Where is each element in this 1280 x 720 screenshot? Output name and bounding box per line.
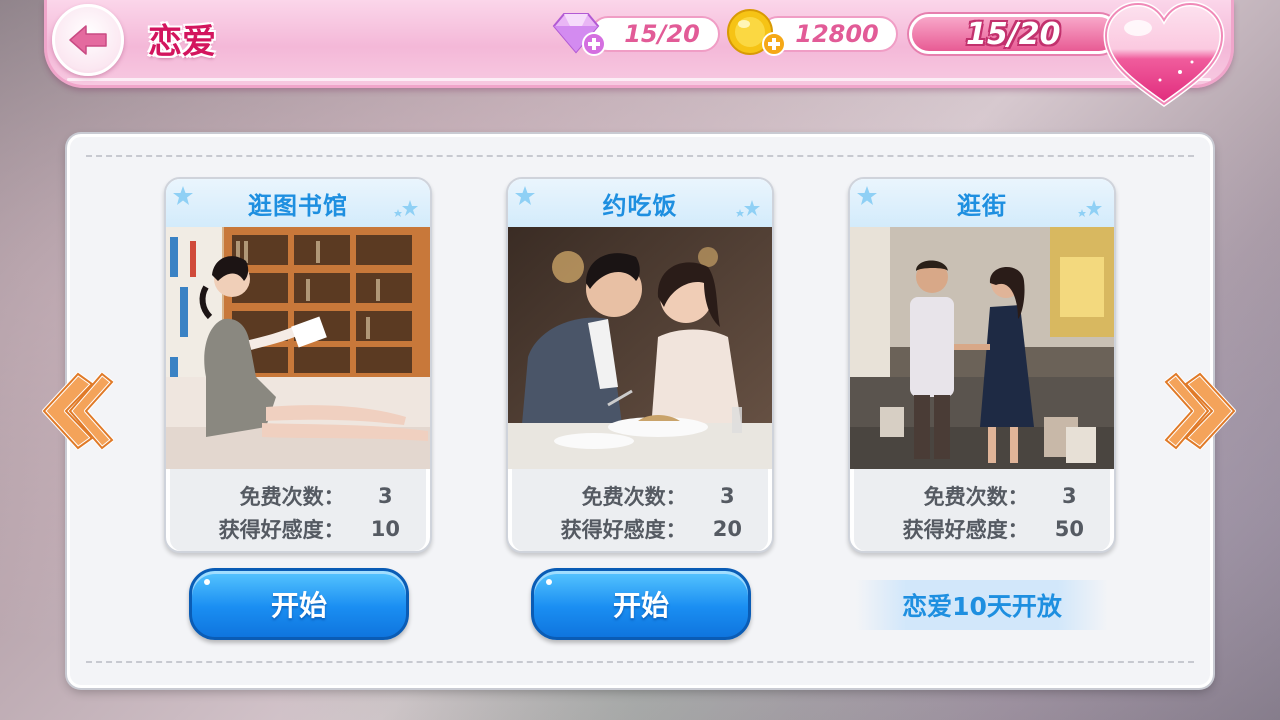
favor-value: 20 bbox=[712, 516, 742, 541]
activity-card-shopping[interactable]: 逛街 免费次数： 3 获得好感度： 50 bbox=[848, 177, 1116, 553]
stars-icon bbox=[394, 200, 418, 217]
chevron-right-icon[interactable] bbox=[1164, 370, 1238, 452]
star-icon bbox=[857, 186, 877, 205]
stars-icon bbox=[1078, 200, 1102, 217]
chevron-left-icon[interactable] bbox=[40, 370, 114, 452]
favor-label: 获得好感度： bbox=[218, 517, 345, 542]
diamond-plus-icon[interactable] bbox=[548, 8, 610, 60]
star-icon bbox=[173, 186, 193, 205]
card-header: 约吃饭 bbox=[508, 179, 772, 227]
activity-card-library[interactable]: 逛图书馆 免费次数： 3 获得好感度： 10 bbox=[164, 177, 432, 553]
favor-value: 10 bbox=[370, 516, 400, 541]
card-stats: 免费次数： 3 获得好感度： 50 bbox=[854, 469, 1110, 551]
card-header: 逛街 bbox=[850, 179, 1114, 227]
activity-card-dinner[interactable]: 约吃饭 免费次数： 3 获得好感度： 20 bbox=[506, 177, 774, 553]
heart-icon[interactable] bbox=[1100, 0, 1228, 108]
favor-label: 获得好感度： bbox=[560, 517, 687, 542]
start-dinner-button[interactable]: 开始 bbox=[531, 568, 751, 640]
free-count-value: 3 bbox=[720, 483, 735, 508]
shopping-unlock-note: 恋爱10天开放 bbox=[856, 580, 1108, 630]
card-title: 逛街 bbox=[957, 191, 1007, 220]
favor-value: 50 bbox=[1054, 516, 1084, 541]
back-arrow-icon bbox=[69, 25, 107, 55]
gold-coin-plus-icon[interactable] bbox=[724, 6, 790, 60]
start-library-button[interactable]: 开始 bbox=[189, 568, 409, 640]
card-title: 约吃饭 bbox=[602, 191, 678, 220]
back-button[interactable] bbox=[52, 4, 124, 76]
free-count-label: 免费次数： bbox=[923, 484, 1029, 509]
card-title: 逛图书馆 bbox=[248, 191, 348, 220]
card-stats: 免费次数： 3 获得好感度： 10 bbox=[170, 469, 426, 551]
free-count-label: 免费次数： bbox=[581, 484, 687, 509]
star-icon bbox=[515, 186, 535, 205]
gold-count: 12800 bbox=[795, 20, 879, 48]
stars-icon bbox=[736, 200, 760, 217]
page-title: 恋爱 bbox=[148, 22, 216, 62]
free-count-value: 3 bbox=[378, 483, 393, 508]
favor-label: 获得好感度： bbox=[902, 517, 1029, 542]
divider bbox=[86, 155, 1194, 157]
library-scene-image bbox=[166, 227, 430, 469]
dinner-scene-image bbox=[508, 227, 772, 469]
stamina-bar: 15/20 bbox=[909, 14, 1119, 54]
card-stats: 免费次数： 3 获得好感度： 20 bbox=[512, 469, 768, 551]
divider bbox=[86, 661, 1194, 663]
card-header: 逛图书馆 bbox=[166, 179, 430, 227]
stamina-count: 15/20 bbox=[966, 16, 1061, 52]
shopping-scene-image bbox=[850, 227, 1114, 469]
free-count-value: 3 bbox=[1062, 483, 1077, 508]
free-count-label: 免费次数： bbox=[239, 484, 345, 509]
gem-count: 15/20 bbox=[624, 20, 700, 48]
